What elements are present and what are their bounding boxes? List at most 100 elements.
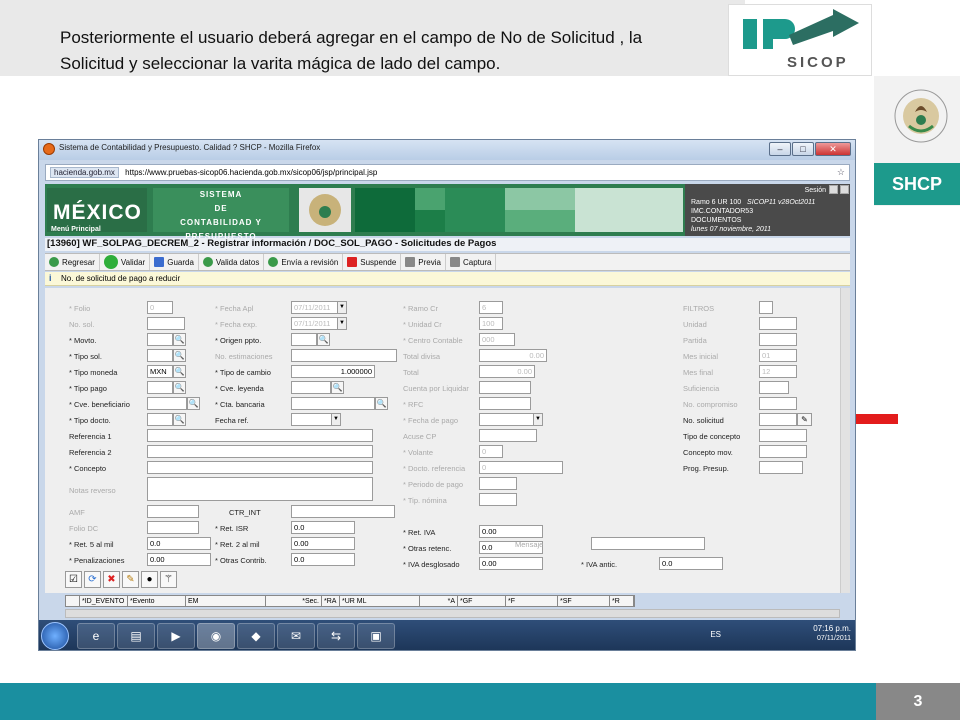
tip-nomina-field[interactable] <box>479 493 517 506</box>
grid-col-evento[interactable]: *Evento <box>128 596 186 607</box>
movto-search-icon[interactable]: 🔍 <box>173 333 186 346</box>
grid-col-gf[interactable]: *GF <box>458 596 506 607</box>
tipo-concepto-field[interactable] <box>759 429 807 442</box>
tipo-moneda-field[interactable]: MXN <box>147 365 173 378</box>
docto-referencia-field[interactable]: 0 <box>479 461 563 474</box>
penalizaciones-field[interactable]: 0.00 <box>147 553 211 566</box>
valida-datos-button[interactable]: Valida datos <box>199 254 265 270</box>
menu-principal-link[interactable]: Menú Principal <box>51 226 101 233</box>
otras-contrib-field[interactable]: 0.0 <box>291 553 355 566</box>
tipo-cambio-field[interactable]: 1.000000 <box>291 365 375 378</box>
grid-col-a[interactable]: *A <box>420 596 458 607</box>
mes-final-field[interactable]: 12 <box>759 365 797 378</box>
tipo-pago-field[interactable] <box>147 381 173 394</box>
origen-search-icon[interactable]: 🔍 <box>317 333 330 346</box>
cta-bancaria-field[interactable] <box>291 397 375 410</box>
ramo-field[interactable]: 6 <box>479 301 503 314</box>
tipo-docto-search-icon[interactable]: 🔍 <box>173 413 186 426</box>
powerpoint-task-icon[interactable]: ▣ <box>357 623 395 649</box>
select-all-icon[interactable]: ☑ <box>65 571 82 588</box>
explorer-icon[interactable]: ▤ <box>117 623 155 649</box>
filtro-unidad-field[interactable] <box>759 317 797 330</box>
outlook-task-icon[interactable]: ✉ <box>277 623 315 649</box>
maximize-icon[interactable]: □ <box>792 142 814 156</box>
grid-col-sec[interactable]: *Sec. <box>266 596 322 607</box>
no-sol-field[interactable] <box>147 317 185 330</box>
amf-field[interactable] <box>147 505 199 518</box>
partida-field[interactable] <box>759 333 797 346</box>
cve-beneficiario-search-icon[interactable]: 🔍 <box>187 397 200 410</box>
movto-field[interactable] <box>147 333 173 346</box>
previa-button[interactable]: Previa <box>401 254 446 270</box>
rfc-field[interactable] <box>479 397 531 410</box>
url-text[interactable]: https://www.pruebas-sicop06.hacienda.gob… <box>125 168 377 177</box>
grid-col-id-evento[interactable]: *ID_EVENTO <box>80 596 128 607</box>
no-compromiso-field[interactable] <box>759 397 797 410</box>
grid-col-ur-ml[interactable]: *UR ML <box>340 596 420 607</box>
ie-icon[interactable]: e <box>77 623 115 649</box>
concepto-mov-field[interactable] <box>759 445 807 458</box>
suspende-button[interactable]: Suspende <box>343 254 402 270</box>
tipo-sol-field[interactable] <box>147 349 173 362</box>
ret2-field[interactable]: 0.00 <box>291 537 355 550</box>
clock-time[interactable]: 07:16 p.m. <box>813 624 851 634</box>
grid-col-sf[interactable]: *SF <box>558 596 610 607</box>
media-player-icon[interactable]: ▶ <box>157 623 195 649</box>
site-identity-badge[interactable]: hacienda.gob.mx <box>50 167 119 178</box>
no-solicitud-field[interactable] <box>759 413 797 426</box>
guarda-button[interactable]: Guarda <box>150 254 199 270</box>
cve-beneficiario-field[interactable] <box>147 397 187 410</box>
vertical-scrollbar[interactable] <box>840 288 850 593</box>
mes-inicial-field[interactable]: 01 <box>759 349 797 362</box>
tipo-moneda-search-icon[interactable]: 🔍 <box>173 365 186 378</box>
network-task-icon[interactable]: ⇆ <box>317 623 355 649</box>
cve-leyenda-search-icon[interactable]: 🔍 <box>331 381 344 394</box>
ret5-field[interactable]: 0.0 <box>147 537 211 550</box>
delete-icon[interactable]: ✖ <box>103 571 120 588</box>
tipo-pago-search-icon[interactable]: 🔍 <box>173 381 186 394</box>
ret-iva-field[interactable]: 0.00 <box>479 525 543 538</box>
cuenta-liquidar-field[interactable] <box>479 381 531 394</box>
clock-date[interactable]: 07/11/2011 <box>813 634 851 644</box>
prog-presup-field[interactable] <box>759 461 803 474</box>
ctr-int-field[interactable] <box>291 505 395 518</box>
centro-contable-field[interactable]: 000 <box>479 333 515 346</box>
envia-revision-button[interactable]: Envía a revisión <box>264 254 344 270</box>
concepto-field[interactable] <box>147 461 373 474</box>
mensaje-field[interactable] <box>591 537 705 550</box>
firefox-task-icon[interactable]: ◉ <box>197 623 235 649</box>
no-estimaciones-field[interactable] <box>291 349 397 362</box>
magic-wand-icon[interactable]: ✎ <box>797 413 812 426</box>
volante-field[interactable]: 0 <box>479 445 503 458</box>
minimize-icon[interactable]: – <box>769 142 791 156</box>
logout-icon[interactable] <box>840 185 849 194</box>
refresh-icon[interactable]: ⟳ <box>84 571 101 588</box>
referencia2-field[interactable] <box>147 445 373 458</box>
folio-dc-field[interactable] <box>147 521 199 534</box>
address-bar[interactable]: hacienda.gob.mx https://www.pruebas-sico… <box>45 164 850 181</box>
info-icon[interactable] <box>829 185 838 194</box>
cta-bancaria-search-icon[interactable]: 🔍 <box>375 397 388 410</box>
origen-field[interactable] <box>291 333 317 346</box>
acuse-cp-field[interactable] <box>479 429 537 442</box>
notas-reverso-field[interactable] <box>147 477 373 501</box>
grid-col-r[interactable]: *R <box>610 596 634 607</box>
tipo-docto-field[interactable] <box>147 413 173 426</box>
bookmark-star-icon[interactable]: ☆ <box>837 167 845 178</box>
fecha-apl-dropdown-icon[interactable]: ▼ <box>337 302 346 313</box>
tipo-sol-search-icon[interactable]: 🔍 <box>173 349 186 362</box>
folio-field[interactable]: 0 <box>147 301 173 314</box>
suficiencia-field[interactable] <box>759 381 789 394</box>
bomb-icon[interactable]: ● <box>141 571 158 588</box>
fecha-exp-dropdown-icon[interactable]: ▼ <box>337 318 346 329</box>
iva-antic-field[interactable]: 0.0 <box>659 557 723 570</box>
language-indicator[interactable]: ES <box>710 630 721 640</box>
edit-icon[interactable]: ✎ <box>122 571 139 588</box>
cve-leyenda-field[interactable] <box>291 381 331 394</box>
wand-icon[interactable]: ⚚ <box>160 571 177 588</box>
total-field[interactable]: 0.00 <box>479 365 535 378</box>
start-button[interactable] <box>41 622 69 650</box>
total-divisa-field[interactable]: 0.00 <box>479 349 547 362</box>
captura-button[interactable]: Captura <box>446 254 497 270</box>
validar-button[interactable]: Validar <box>100 254 151 270</box>
